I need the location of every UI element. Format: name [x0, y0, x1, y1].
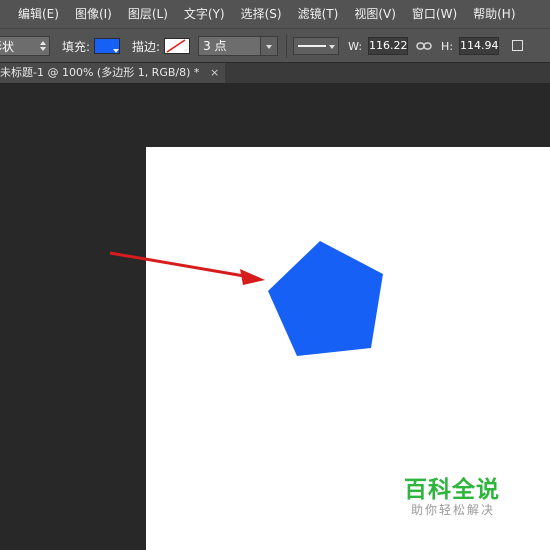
- watermark: 百科全说 助你轻松解决: [404, 470, 514, 522]
- watermark-title: 百科全说: [404, 477, 500, 503]
- watermark-subtitle: 助你轻松解决: [411, 503, 496, 517]
- pentagon-shape[interactable]: [268, 241, 383, 356]
- canvas-overlay: [109, 241, 383, 356]
- photoshop-window: 编辑(E) 图像(I) 图层(L) 文字(Y) 选择(S) 滤镜(T) 视图(V…: [0, 0, 550, 550]
- red-arrow-annotation: [109, 251, 265, 285]
